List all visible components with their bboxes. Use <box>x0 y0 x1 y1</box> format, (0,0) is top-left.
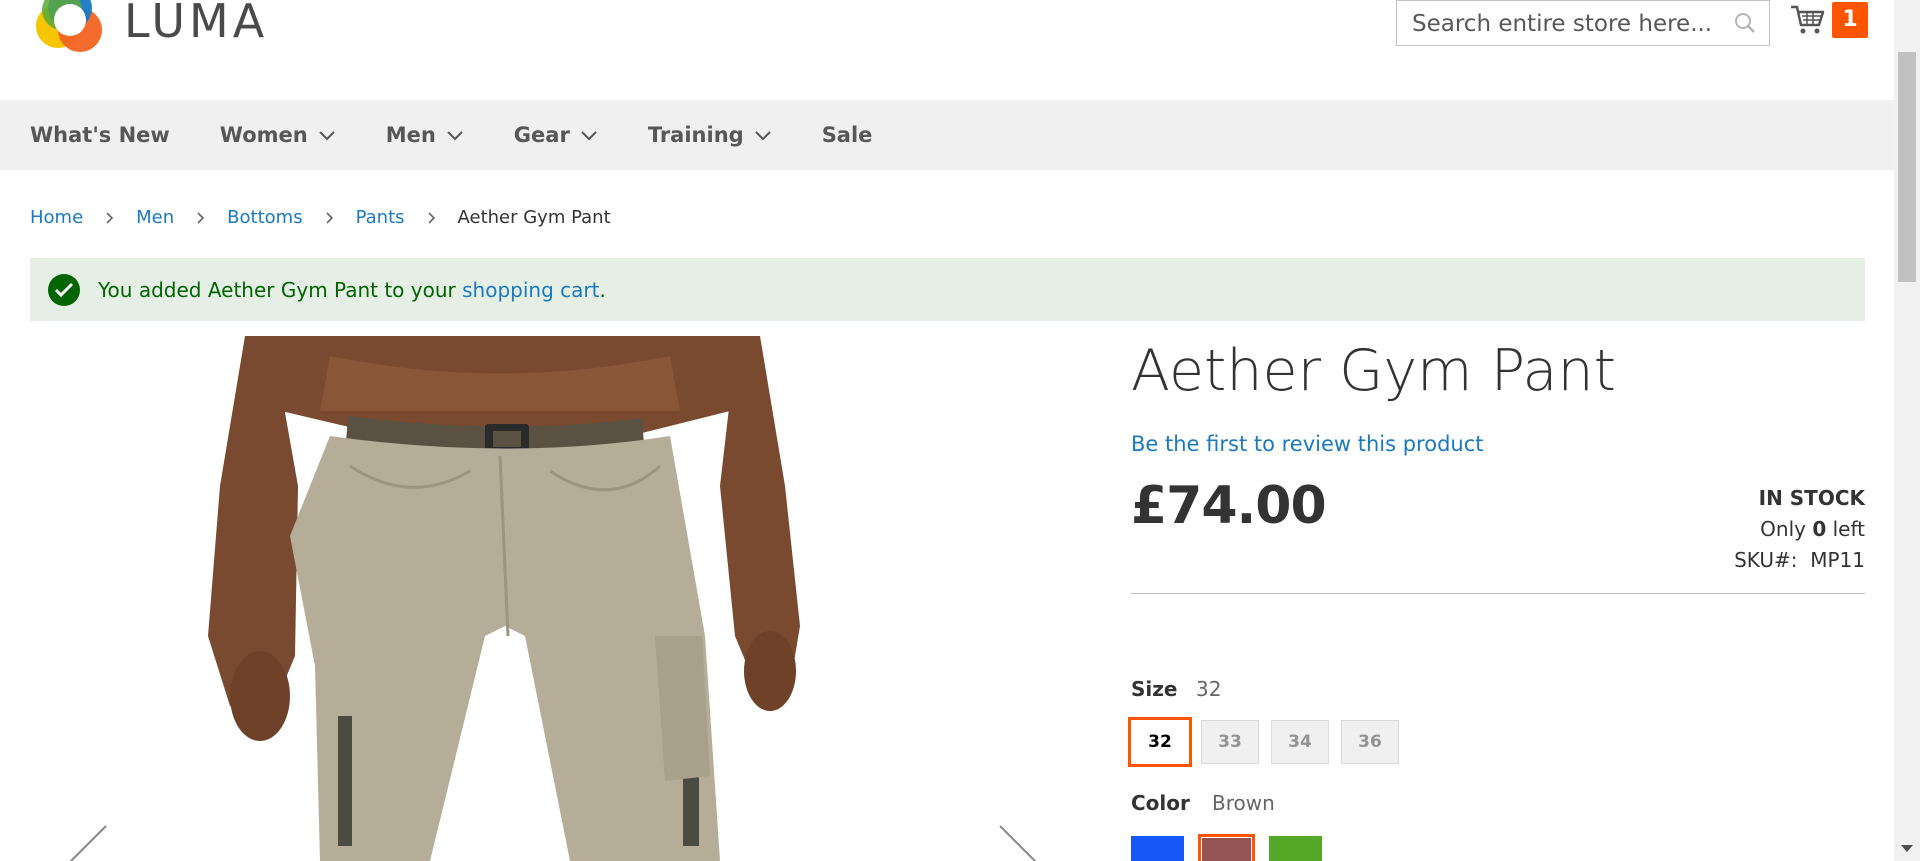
nav-item-training[interactable]: Training <box>648 123 772 147</box>
cart-icon <box>1791 5 1825 34</box>
chevron-right-icon <box>196 211 205 225</box>
checkmark-icon <box>48 273 80 306</box>
gallery-next-arrow[interactable] <box>998 824 1038 861</box>
success-message-prefix: You added Aether Gym Pant to your <box>98 277 463 302</box>
chevron-down-icon <box>446 123 464 147</box>
minicart-button[interactable]: 1 <box>1790 2 1868 38</box>
product-title: Aether Gym Pant <box>1131 338 1616 404</box>
nav-item-label: What's New <box>30 123 170 147</box>
size-option-33[interactable]: 33 <box>1201 720 1259 764</box>
success-message: You added Aether Gym Pant to your shoppi… <box>30 258 1865 321</box>
logo-text: LUMA <box>124 0 269 48</box>
nav-item-gear[interactable]: Gear <box>514 123 598 147</box>
chevron-right-icon <box>427 211 436 225</box>
color-swatches <box>1131 834 1338 861</box>
luma-logo[interactable]: LUMA <box>30 0 268 62</box>
breadcrumb-bottoms[interactable]: Bottoms <box>227 207 302 228</box>
success-message-suffix: . <box>599 277 606 302</box>
color-selected-value: Brown <box>1212 791 1275 815</box>
nav-item-label: Training <box>647 123 744 147</box>
scroll-down-arrow-icon[interactable] <box>1901 838 1913 857</box>
page-scrollbar[interactable] <box>1894 0 1920 861</box>
stock-qty-count: 0 <box>1812 517 1827 541</box>
sku-value: MP11 <box>1810 548 1865 572</box>
cart-count-badge: 1 <box>1832 2 1868 38</box>
breadcrumb-pants[interactable]: Pants <box>356 207 405 228</box>
size-option-34[interactable]: 34 <box>1271 720 1329 764</box>
size-option-32[interactable]: 32 <box>1128 717 1192 767</box>
page: LUMA 1 What's New Women Men Gear Trainin… <box>0 0 1894 861</box>
product-info: Aether Gym Pant Be the first to review t… <box>1128 336 1865 861</box>
nav-item-label: Women <box>219 123 308 147</box>
nav-list: What's New Women Men Gear Training Sale <box>0 100 1894 170</box>
stock-info: IN STOCK Only 0 left SKU#: MP11 <box>1734 483 1865 576</box>
search-box <box>1396 0 1770 47</box>
search-input[interactable] <box>1397 1 1734 47</box>
scrollbar-thumb[interactable] <box>1898 52 1916 282</box>
stock-qty-suffix: left <box>1826 517 1865 541</box>
nav-item-men[interactable]: Men <box>386 123 464 147</box>
main-navigation: What's New Women Men Gear Training Sale <box>0 100 1894 170</box>
product-gallery <box>30 336 1060 861</box>
stock-status: IN STOCK <box>1758 486 1865 510</box>
breadcrumb-men[interactable]: Men <box>136 207 174 228</box>
size-label: Size <box>1131 677 1178 701</box>
chevron-right-icon <box>325 211 334 225</box>
luma-logo-icon <box>36 0 102 52</box>
shopping-cart-link[interactable]: shopping cart <box>462 278 599 302</box>
product-image <box>30 336 1060 861</box>
nav-item-label: Gear <box>513 123 570 147</box>
sku-row: SKU#: MP11 <box>1734 545 1865 576</box>
size-swatches: 32 33 34 36 <box>1128 717 1411 767</box>
sku-label: SKU#: <box>1734 548 1798 572</box>
nav-item-sale[interactable]: Sale <box>822 123 873 147</box>
success-message-text: You added Aether Gym Pant to your shoppi… <box>98 278 606 302</box>
color-label: Color <box>1131 791 1190 815</box>
add-review-link[interactable]: Be the first to review this product <box>1131 432 1484 456</box>
nav-item-label: Sale <box>821 123 873 147</box>
stock-qty-prefix: Only <box>1760 517 1813 541</box>
color-option-green[interactable] <box>1269 836 1322 861</box>
color-option-brown[interactable] <box>1198 834 1255 861</box>
color-option-blue[interactable] <box>1131 836 1184 861</box>
nav-item-label: Men <box>385 123 436 147</box>
gallery-prev-arrow[interactable] <box>68 824 108 861</box>
nav-item-women[interactable]: Women <box>220 123 336 147</box>
breadcrumb: Home Men Bottoms Pants Aether Gym Pant <box>30 207 611 228</box>
size-option-36[interactable]: 36 <box>1341 720 1399 764</box>
chevron-down-icon <box>580 123 598 147</box>
breadcrumb-home[interactable]: Home <box>30 207 83 228</box>
nav-item-whats-new[interactable]: What's New <box>30 123 170 147</box>
size-selected-value: 32 <box>1196 677 1222 701</box>
search-icon[interactable] <box>1733 11 1757 39</box>
stock-quantity: Only 0 left <box>1734 514 1865 545</box>
breadcrumb-current: Aether Gym Pant <box>457 207 611 228</box>
chevron-down-icon <box>318 123 336 147</box>
divider <box>1131 593 1865 594</box>
chevron-right-icon <box>105 211 114 225</box>
chevron-down-icon <box>754 123 772 147</box>
product-price: £74.00 <box>1131 476 1327 536</box>
